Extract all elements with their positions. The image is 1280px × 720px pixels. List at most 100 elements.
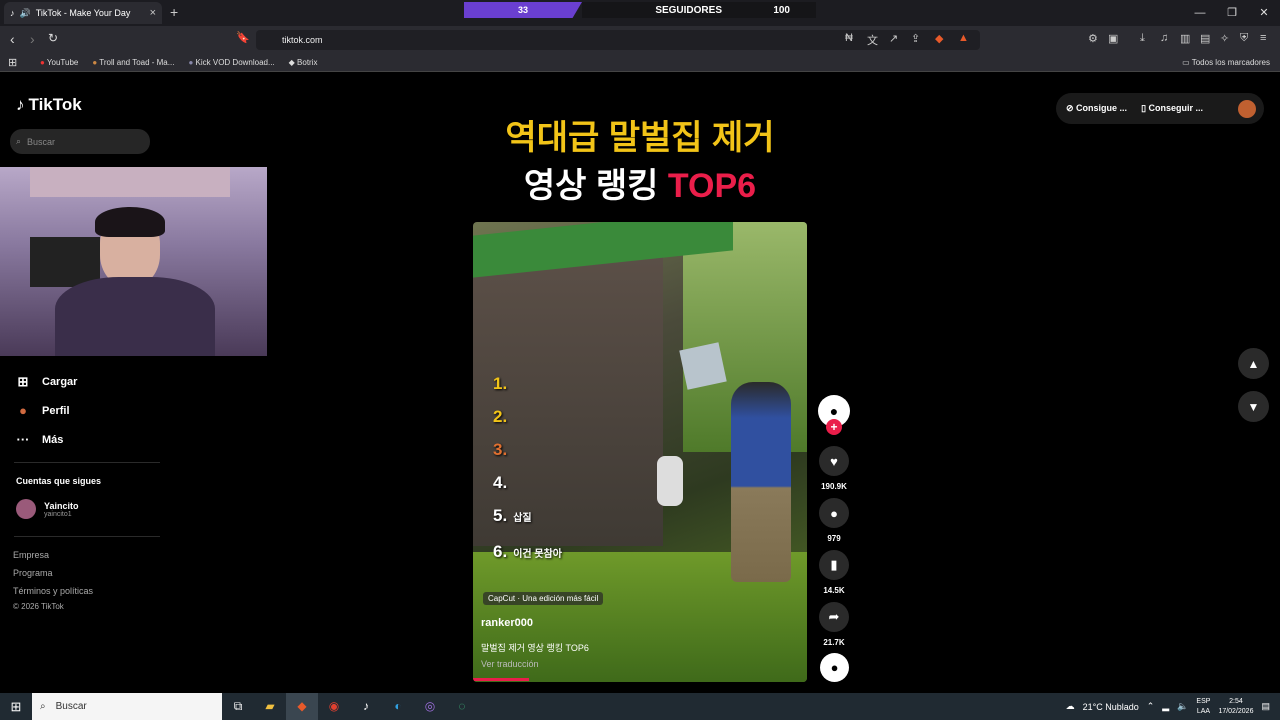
vpn-icon[interactable]: ⛨ <box>1240 32 1248 45</box>
video-author[interactable]: ranker000 <box>481 617 533 629</box>
translate-icon[interactable]: 文 <box>867 32 878 48</box>
wallet2-icon[interactable]: ▤ <box>1200 32 1210 45</box>
tiktok-favicon-icon: ♪ <box>10 8 15 18</box>
reader-icon[interactable]: ₦ <box>845 32 853 44</box>
capcut-badge[interactable]: CapCut · Una edición más fácil <box>483 592 604 605</box>
like-button[interactable]: ♥ 190.9K <box>818 446 850 491</box>
followers-current: 33 <box>464 2 582 18</box>
minimize-icon[interactable]: — <box>1184 0 1216 26</box>
music-disc-icon[interactable]: ● <box>820 653 849 682</box>
extensions-icon[interactable]: ⚙ <box>1088 32 1098 45</box>
get-coins-button[interactable]: ⊘ Consigue ... <box>1066 103 1127 114</box>
video-headline-2: 영상 랭킹 TOP6 <box>523 167 757 205</box>
back-icon[interactable]: ‹ <box>10 31 15 47</box>
browser-tab[interactable]: ♪ 🔊 TikTok - Make Your Day × <box>4 2 162 24</box>
share-button[interactable]: ➦ 21.7K <box>818 602 850 647</box>
leo-icon[interactable]: ✧ <box>1220 32 1229 45</box>
brave-shield-icon[interactable]: ◆ <box>935 32 943 45</box>
heart-icon: ♥ <box>819 446 849 476</box>
user-avatar[interactable] <box>1238 99 1256 118</box>
file-explorer-icon[interactable]: ▰ <box>254 693 286 720</box>
bookmark-botrix[interactable]: ◆ Botrix <box>289 58 318 67</box>
apps-grid-icon[interactable]: ⊞ <box>8 56 17 69</box>
taskbar-search[interactable]: ⌕ Buscar <box>32 693 222 720</box>
profile-avatar-icon: ● <box>19 403 27 418</box>
bookmark-trollandtoad[interactable]: ● Troll and Toad - Ma... <box>92 58 174 67</box>
video-propane-tank <box>657 456 683 506</box>
bookmark-icon[interactable]: 🔖 <box>236 31 250 44</box>
share-count: 21.7K <box>823 638 845 647</box>
download-icon[interactable]: ⤓ <box>1140 32 1145 45</box>
footer-program[interactable]: Programa <box>13 568 53 578</box>
follow-plus-button[interactable]: + <box>826 419 842 435</box>
sidebar-icon[interactable]: ▥ <box>1180 32 1190 45</box>
all-bookmarks[interactable]: ▭ Todos los marcadores <box>1182 58 1270 67</box>
app-icon[interactable]: ◌ <box>446 693 478 720</box>
rank-5: 5. 삽질 <box>493 506 532 525</box>
window-controls: — ❐ ✕ <box>1184 0 1280 26</box>
next-video-chevron-down-icon[interactable]: ▼ <box>1238 391 1269 422</box>
nav-upload[interactable]: ⊞ Cargar <box>16 374 78 390</box>
tiktok-note-icon: ♪ <box>16 95 25 114</box>
url-text: tiktok.com <box>282 35 323 45</box>
avatar <box>16 499 36 519</box>
open-external-icon[interactable]: ↗ <box>889 32 898 45</box>
tray-chevron-icon[interactable]: ⌃ <box>1147 701 1155 712</box>
brave-icon[interactable]: ◆ <box>286 693 318 720</box>
search-icon: ⌕ <box>40 701 46 712</box>
footer-company[interactable]: Empresa <box>13 550 49 560</box>
audio-icon[interactable]: 🔊 <box>20 8 31 19</box>
video-player[interactable]: 1. 2. 3. 4. 5. 삽질 6. 이건 못참아 CapCut · Una e… <box>473 222 807 682</box>
system-tray: ☁ 21°C Nublado ⌃ ▂ 🔈 ESP LAA 2:54 17/02/20… <box>1066 693 1270 720</box>
new-tab-icon[interactable]: + <box>170 4 178 20</box>
footer-terms[interactable]: Términos y políticas <box>13 586 93 596</box>
network-icon[interactable]: ▂ <box>1162 701 1169 712</box>
save-button[interactable]: ▮ 14.5K <box>818 550 850 595</box>
video-progress[interactable] <box>473 678 529 681</box>
obs-icon[interactable]: ◎ <box>414 693 446 720</box>
weather-text[interactable]: 21°C Nublado <box>1083 702 1139 712</box>
clock[interactable]: 2:54 17/02/2026 <box>1218 697 1253 717</box>
search-placeholder: Buscar <box>27 136 56 147</box>
more-icon: ··· <box>16 432 30 447</box>
followed-account[interactable]: Yaincito yaincito1 <box>16 499 79 519</box>
get-app-button[interactable]: ▯ Conseguir ... <box>1141 103 1203 114</box>
comment-button[interactable]: ● 979 <box>818 498 850 543</box>
menu-icon[interactable]: ≡ <box>1260 32 1266 44</box>
wallet-icon[interactable]: ▣ <box>1108 32 1118 45</box>
see-translation-link[interactable]: Ver traducción <box>481 659 539 669</box>
volume-icon[interactable]: 🔈 <box>1177 701 1188 712</box>
forward-icon[interactable]: › <box>30 31 35 47</box>
language-indicator[interactable]: ESP LAA <box>1196 697 1210 717</box>
reload-icon[interactable]: ↻ <box>48 31 58 45</box>
chrome-icon[interactable]: ◉ <box>318 693 350 720</box>
nav-profile[interactable]: ● Perfil <box>16 403 69 418</box>
bookmark-kick[interactable]: ● Kick VOD Download... <box>188 58 274 67</box>
previous-video-chevron-up-icon[interactable]: ▲ <box>1238 348 1269 379</box>
share-icon[interactable]: ⇪ <box>911 32 920 45</box>
rank-4: 4. <box>493 473 508 492</box>
share-arrow-icon: ➦ <box>819 602 849 632</box>
followers-goal-bar: 33 SEGUIDORES 100 <box>464 2 816 18</box>
edge-icon[interactable]: ◐ <box>382 693 414 720</box>
tiktok-logo[interactable]: ♪ TikTok <box>16 95 82 115</box>
divider <box>14 462 160 463</box>
task-view-icon[interactable]: ⧉ <box>222 693 254 720</box>
close-window-icon[interactable]: ✕ <box>1248 0 1280 26</box>
save-count: 14.5K <box>823 586 845 595</box>
search-input[interactable]: ⌕ Buscar <box>10 129 150 154</box>
notifications-icon[interactable]: ▤ <box>1261 701 1270 712</box>
bookmark-youtube[interactable]: ● YouTube <box>40 58 78 67</box>
restore-icon[interactable]: ❐ <box>1216 0 1248 26</box>
account-name: Yaincito <box>44 500 79 511</box>
close-tab-icon[interactable]: × <box>150 7 156 19</box>
rank-1: 1. <box>493 374 508 393</box>
nav-more[interactable]: ··· Más <box>16 432 64 447</box>
windows-start-icon[interactable]: ⊞ <box>0 699 32 715</box>
brave-rewards-icon[interactable]: ▲ <box>958 32 969 44</box>
tiktok-app-icon[interactable]: ♪ <box>350 693 382 720</box>
media-icon[interactable]: ♫ <box>1160 32 1168 44</box>
bookmark-save-icon: ▮ <box>819 550 849 580</box>
divider <box>14 536 160 537</box>
followers-label: SEGUIDORES <box>655 4 722 16</box>
